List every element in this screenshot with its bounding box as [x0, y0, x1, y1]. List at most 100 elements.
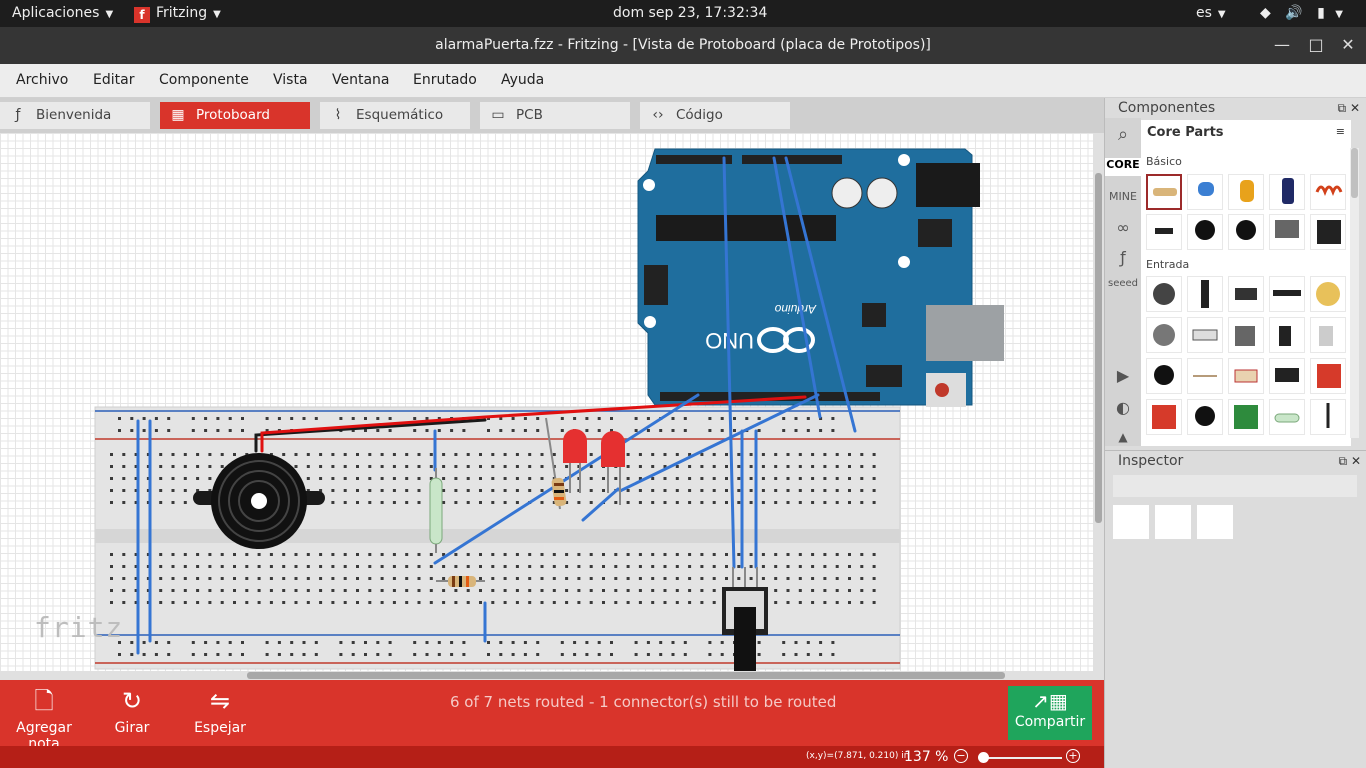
reed-switch[interactable]	[429, 468, 443, 553]
part-tantalum-capacitor[interactable]	[1228, 174, 1264, 210]
part-header[interactable]	[1269, 276, 1305, 312]
canvas-vertical-scrollbar[interactable]	[1093, 133, 1104, 671]
part-npn-transistor[interactable]	[1228, 214, 1264, 250]
menu-componente[interactable]: Componente	[159, 72, 249, 88]
fritzing-bin-icon[interactable]: ƒ	[1105, 248, 1141, 267]
tab-pcb[interactable]: ▭ PCB	[480, 102, 630, 129]
rotate-button[interactable]: ↻ Girar	[108, 686, 156, 736]
arduino-uno-board[interactable]: UNO Arduino	[637, 148, 1004, 407]
part-ceramic-capacitor[interactable]	[1187, 174, 1223, 210]
bin-tab-mine[interactable]: MINE	[1105, 190, 1141, 203]
status-area[interactable]: ◆ 🔊 ▮ ▼	[1260, 5, 1343, 21]
part-slide-potentiometer[interactable]	[1187, 276, 1223, 312]
menu-bar: Archivo Editar Componente Vista Ventana …	[0, 64, 1366, 98]
part-tilt-switch[interactable]	[1310, 317, 1346, 353]
magnifier-icon[interactable]: ⌕	[1105, 124, 1141, 145]
more-bins-icon[interactable]: ▲	[1105, 430, 1141, 444]
scrollbar-thumb[interactable]	[1351, 148, 1358, 198]
tab-codigo[interactable]: ‹› Código	[640, 102, 790, 129]
active-app-menu[interactable]: f Fritzing ▼	[134, 5, 221, 23]
routing-status[interactable]: 6 of 7 nets routed - 1 connector(s) stil…	[450, 693, 836, 711]
wifi-icon: ◆	[1260, 5, 1271, 21]
language-indicator[interactable]: es ▼	[1196, 5, 1226, 21]
part-resistor[interactable]	[1146, 174, 1182, 210]
part-wire[interactable]	[1187, 358, 1223, 394]
inspector-panel: Inspector ⧉ ✕	[1105, 450, 1366, 768]
fritzing-f-icon: ƒ	[15, 107, 21, 123]
zoom-slider-track[interactable]	[980, 757, 1062, 759]
applications-menu[interactable]: Aplicaciones ▼	[12, 5, 113, 21]
menu-archivo[interactable]: Archivo	[16, 72, 68, 88]
float-icon[interactable]: ⧉	[1339, 454, 1348, 468]
part-slide-switch[interactable]	[1269, 317, 1305, 353]
inspector-title-field	[1113, 475, 1357, 497]
window-title: alarmaPuerta.fzz - Fritzing - [Vista de …	[435, 37, 931, 53]
scrollbar-thumb[interactable]	[247, 672, 1005, 679]
part-encoder[interactable]	[1310, 276, 1346, 312]
arduino-bin-icon[interactable]: ∞	[1105, 218, 1141, 237]
flip-button[interactable]: ⇋ Espejar	[190, 686, 250, 736]
code-icon: ‹›	[652, 107, 664, 123]
inspector-image-pcb	[1197, 505, 1233, 539]
minimize-icon[interactable]: —	[1272, 35, 1292, 55]
parts-panel-controls[interactable]: ⧉ ✕	[1338, 101, 1360, 116]
close-icon[interactable]: ✕	[1351, 454, 1361, 468]
parts-bin-scrollbar[interactable]	[1350, 148, 1359, 438]
contrib-bin-icon[interactable]: ◐	[1105, 398, 1141, 417]
float-icon[interactable]: ⧉	[1338, 101, 1347, 115]
bin-tab-core[interactable]: CORE	[1105, 158, 1141, 176]
zoom-out-icon[interactable]: −	[954, 749, 968, 763]
part-potentiometer[interactable]	[1146, 276, 1182, 312]
bin-menu-icon[interactable]: ≡	[1336, 125, 1345, 138]
menu-ayuda[interactable]: Ayuda	[501, 72, 544, 88]
part-ir-receiver[interactable]	[1269, 358, 1305, 394]
part-microphone[interactable]	[1146, 358, 1182, 394]
part-red-breakout[interactable]	[1146, 399, 1182, 435]
play-bin-icon[interactable]: ▶	[1105, 366, 1141, 385]
part-pnp-transistor[interactable]	[1187, 214, 1223, 250]
part-antenna[interactable]	[1310, 399, 1346, 435]
circuit-drawing[interactable]: UNO Arduino	[0, 133, 1093, 671]
tab-label: Protoboard	[196, 107, 270, 123]
part-green-board[interactable]	[1228, 399, 1264, 435]
parts-bin-tabs: ⌕ CORE MINE ∞ ƒ seeed ▶ ◐ ▲	[1105, 118, 1141, 446]
inspector-controls[interactable]: ⧉ ✕	[1339, 454, 1361, 469]
board-brand-label: Arduino	[774, 302, 817, 316]
part-reed-switch[interactable]	[1269, 399, 1305, 435]
close-icon[interactable]: ✕	[1350, 101, 1360, 115]
part-electrolytic-capacitor[interactable]	[1269, 174, 1305, 210]
tab-protoboard[interactable]: ▦ Protoboard	[160, 102, 310, 129]
menu-enrutado[interactable]: Enrutado	[413, 72, 477, 88]
breadboard[interactable]	[94, 406, 901, 670]
zoom-slider-handle[interactable]	[978, 752, 989, 763]
clock[interactable]: dom sep 23, 17:32:34	[613, 5, 767, 21]
close-icon[interactable]: ✕	[1338, 35, 1358, 55]
scrollbar-thumb[interactable]	[1095, 173, 1102, 523]
part-power-transistor[interactable]	[1269, 214, 1305, 250]
seeed-bin-icon[interactable]: seeed	[1105, 278, 1141, 289]
part-inductor[interactable]	[1310, 174, 1346, 210]
inspector-image-schematic	[1155, 505, 1191, 539]
share-button[interactable]: ↗▦ Compartir	[1008, 686, 1092, 740]
maximize-icon[interactable]: □	[1306, 35, 1326, 55]
part-mystery[interactable]	[1310, 214, 1346, 250]
breadboard-canvas[interactable]: UNO Arduino	[0, 133, 1093, 671]
menu-ventana[interactable]: Ventana	[332, 72, 390, 88]
part-fuse[interactable]	[1187, 317, 1223, 353]
part-diode[interactable]	[1146, 214, 1182, 250]
tab-esquematico[interactable]: ⌇ Esquemático	[320, 102, 470, 129]
add-note-button[interactable]: 🗋 Agregar nota	[2, 686, 86, 752]
menu-editar[interactable]: Editar	[93, 72, 134, 88]
zoom-in-icon[interactable]: +	[1066, 749, 1080, 763]
tab-bienvenida[interactable]: ƒ Bienvenida	[0, 102, 150, 129]
part-pushbutton[interactable]	[1228, 317, 1264, 353]
menu-vista[interactable]: Vista	[273, 72, 308, 88]
view-tabs: ƒ Bienvenida ▦ Protoboard ⌇ Esquemático ▭ PC…	[0, 98, 1104, 133]
part-temperature-sensor[interactable]	[1187, 399, 1223, 435]
part-switch[interactable]	[1228, 276, 1264, 312]
part-sensor-breakout[interactable]	[1310, 358, 1346, 394]
part-photocell[interactable]	[1228, 358, 1264, 394]
tab-label: Código	[676, 107, 723, 123]
part-trimmer[interactable]	[1146, 317, 1182, 353]
canvas-horizontal-scrollbar[interactable]	[0, 671, 1104, 680]
